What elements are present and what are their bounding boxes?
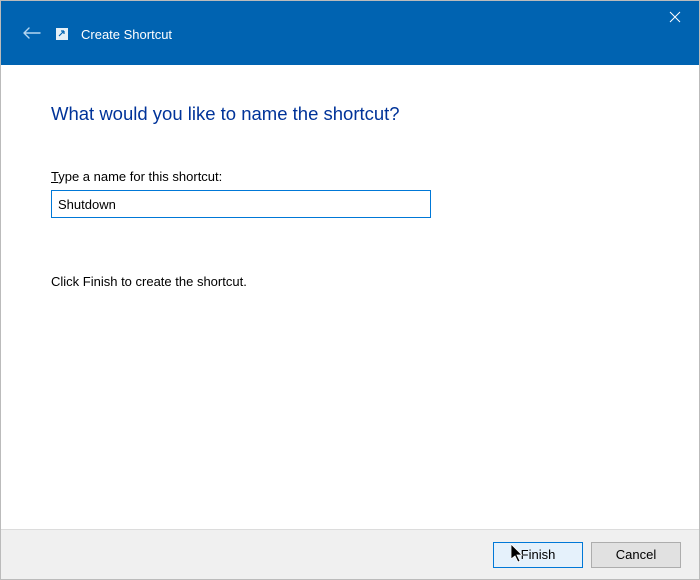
shortcut-name-input[interactable] — [51, 190, 431, 218]
wizard-content: What would you like to name the shortcut… — [1, 65, 699, 289]
close-button[interactable] — [651, 1, 699, 33]
cancel-button[interactable]: Cancel — [591, 542, 681, 568]
hint-text: Click Finish to create the shortcut. — [51, 274, 649, 289]
shortcut-icon — [55, 27, 69, 41]
page-heading: What would you like to name the shortcut… — [51, 103, 649, 125]
wizard-footer: Finish Cancel — [1, 529, 699, 579]
titlebar: Create Shortcut — [1, 1, 699, 65]
arrow-left-icon — [23, 27, 41, 39]
window-title: Create Shortcut — [81, 27, 172, 42]
name-label: Type a name for this shortcut: — [51, 169, 649, 184]
finish-button[interactable]: Finish — [493, 542, 583, 568]
back-button[interactable] — [21, 22, 43, 44]
close-icon — [669, 11, 681, 23]
